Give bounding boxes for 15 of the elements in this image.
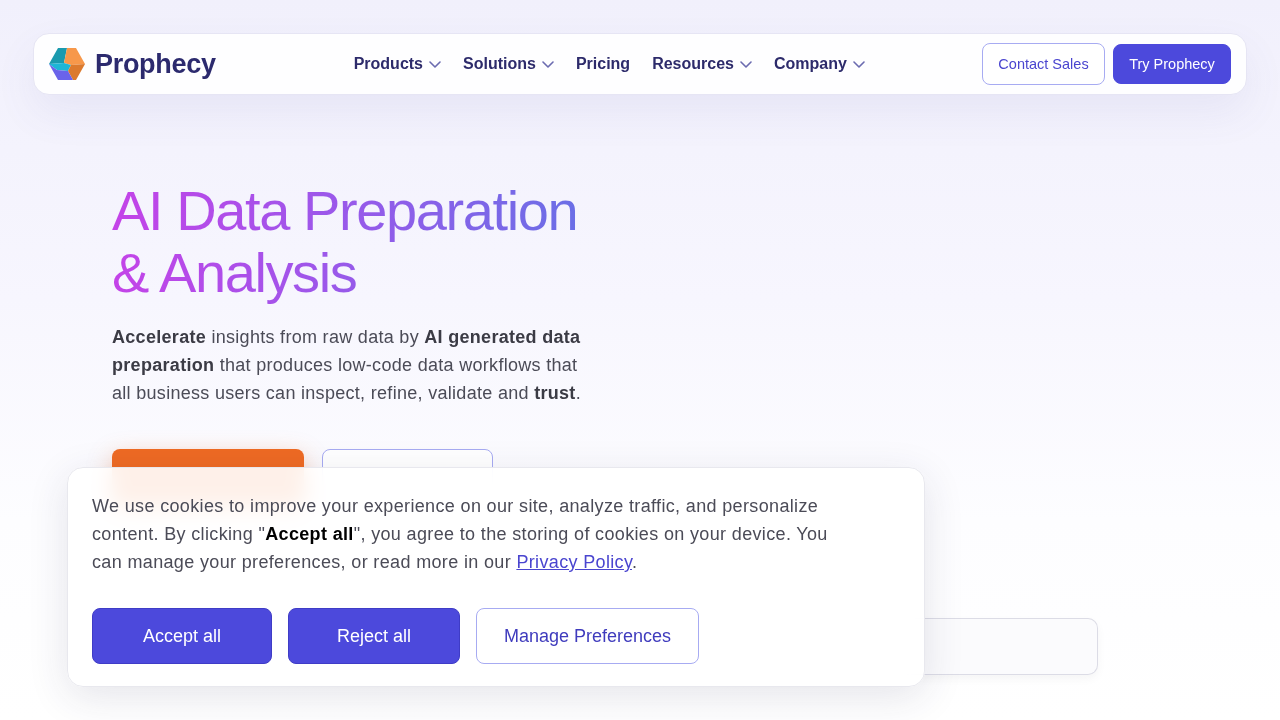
brand-name[interactable]: Prophecy xyxy=(95,48,216,80)
nav-menu-item[interactable]: Company xyxy=(773,55,865,73)
contact-sales-button[interactable]: Contact Sales xyxy=(982,43,1105,85)
cookie-notice-text: We use cookies to improve your experience on our site, analyze traffic, and personalize content. By clicking "Accept all", you agree to the storing of cookies on your device. You can manage your preferences, or read more in our Privacy Policy. xyxy=(92,495,829,574)
privacy-policy-link[interactable]: Privacy Policy xyxy=(516,552,632,572)
nav-menu-item[interactable]: Resources xyxy=(652,55,752,73)
manage-preferences-button[interactable]: Manage Preferences xyxy=(476,608,699,664)
nav-menu-item[interactable]: Products xyxy=(353,55,441,73)
hero-description: Accelerate insights from raw data by AI generated data preparation that produces low-code data workflows that all business users can inspect, refine, validate and trust. xyxy=(112,326,582,405)
try-button[interactable]: Try Prophecy xyxy=(1113,44,1231,84)
nav-menu-item[interactable]: Solutions xyxy=(463,55,554,73)
nav-menu-item[interactable]: Pricing xyxy=(575,55,631,73)
cookie-action-button[interactable]: Reject all xyxy=(288,608,460,664)
hexagon-logo-icon xyxy=(49,48,85,80)
cookie-action-button[interactable]: Accept all xyxy=(92,608,272,664)
